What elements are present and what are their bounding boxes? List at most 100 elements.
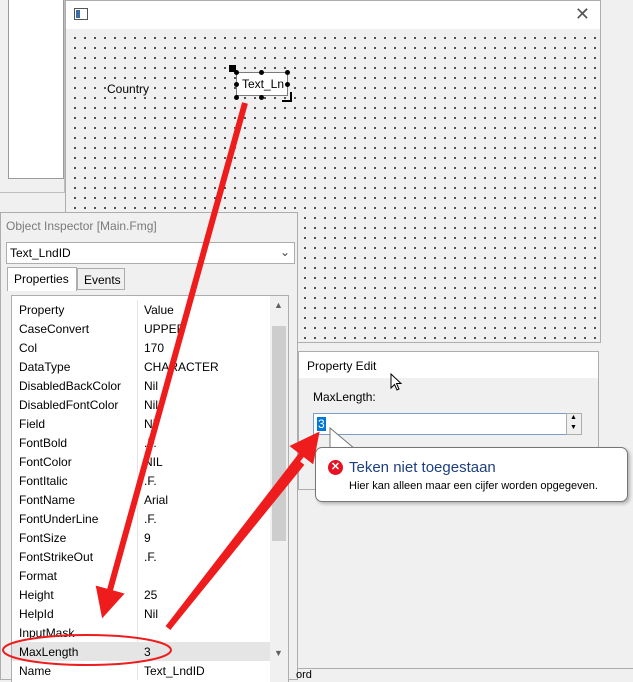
property-name: FontItalic <box>19 474 68 488</box>
property-value[interactable]: UPPER <box>144 322 185 336</box>
column-divider <box>137 509 138 528</box>
tab-properties[interactable]: Properties <box>7 267 77 291</box>
spin-up-icon[interactable]: ▲ <box>570 414 577 421</box>
property-name: DisabledFontColor <box>19 398 119 412</box>
property-row[interactable]: HelpId Nil <box>12 604 270 623</box>
column-divider <box>137 319 138 338</box>
property-name: FontStrikeOut <box>19 550 94 564</box>
property-row[interactable]: Field Nil <box>12 414 270 433</box>
property-value[interactable]: CHARACTER <box>144 360 219 374</box>
property-name: FontSize <box>19 531 67 545</box>
property-name: HelpId <box>19 607 54 621</box>
property-value[interactable]: Text_LndID <box>144 664 205 678</box>
property-value[interactable]: NIL <box>144 455 163 469</box>
property-value[interactable]: Nil <box>144 398 158 412</box>
resize-handle[interactable] <box>234 82 239 87</box>
close-icon[interactable]: ✕ <box>575 4 590 25</box>
property-row[interactable]: Format <box>12 566 270 585</box>
resize-handle[interactable] <box>234 95 239 100</box>
property-row[interactable]: Name Text_LndID <box>12 661 270 680</box>
property-name: FontUnderLine <box>19 512 99 526</box>
balloon-message: Hier kan alleen maar een cijfer worden o… <box>349 480 598 492</box>
resize-handle[interactable] <box>259 70 264 75</box>
scrollbar-thumb[interactable] <box>272 326 286 541</box>
property-name: InputMask <box>19 626 75 640</box>
scroll-down-icon[interactable]: ▼ <box>274 648 283 658</box>
property-value[interactable]: 25 <box>144 588 157 602</box>
property-row[interactable]: Col 170 <box>12 338 270 357</box>
object-select-dropdown[interactable]: Text_LndID ⌄ <box>6 242 295 264</box>
column-divider <box>137 566 138 585</box>
maxlength-label: MaxLength: <box>313 390 376 404</box>
column-divider <box>137 357 138 376</box>
tab-events[interactable]: Events <box>77 268 125 290</box>
property-row[interactable]: DisabledBackColor Nil <box>12 376 270 395</box>
object-inspector-window: Object Inspector [Main.Fmg] Text_LndID ⌄… <box>0 212 298 682</box>
property-value[interactable]: 9 <box>144 531 151 545</box>
background-window-panel <box>8 0 64 179</box>
column-divider <box>137 376 138 395</box>
property-value[interactable]: .F. <box>144 550 157 564</box>
textbox-control[interactable]: Text_Ln <box>236 72 288 96</box>
country-label-control[interactable]: Country <box>106 82 151 96</box>
property-name: DisabledBackColor <box>19 379 122 393</box>
mouse-cursor-icon <box>390 373 403 391</box>
property-row[interactable]: Height 25 <box>12 585 270 604</box>
resize-corner-handle[interactable] <box>282 92 292 102</box>
spin-down-icon[interactable]: ▼ <box>570 424 577 431</box>
property-name: FontColor <box>19 455 72 469</box>
property-grid-scrollbar[interactable]: ▲ ▼ <box>270 296 288 682</box>
property-value[interactable]: Nil <box>144 417 158 431</box>
property-name: DataType <box>19 360 71 374</box>
property-row[interactable]: FontName Arial <box>12 490 270 509</box>
column-divider <box>137 300 138 319</box>
property-row[interactable]: FontItalic .F. <box>12 471 270 490</box>
property-name: FontBold <box>19 436 68 450</box>
bottom-window-text: ord <box>296 669 312 681</box>
resize-handle[interactable] <box>285 70 290 75</box>
property-name: CaseConvert <box>19 322 90 336</box>
property-row[interactable]: FontSize 9 <box>12 528 270 547</box>
property-value[interactable]: Nil <box>144 607 158 621</box>
property-edit-title: Property Edit <box>307 359 377 373</box>
column-header-property: Property <box>19 303 65 317</box>
column-divider <box>137 661 138 680</box>
resize-handle[interactable] <box>234 70 239 75</box>
chevron-down-icon[interactable]: ⌄ <box>280 245 290 259</box>
background-window <box>0 0 65 193</box>
grid-header: Property Value <box>12 300 270 319</box>
error-balloon-tooltip: ✕ Teken niet toegestaan Hier kan alleen … <box>315 447 628 502</box>
property-value[interactable]: Nil <box>144 379 158 393</box>
property-name: Name <box>19 664 52 678</box>
property-name: FontName <box>19 493 76 507</box>
property-row[interactable]: DisabledFontColor Nil <box>12 395 270 414</box>
property-name: Format <box>19 569 58 583</box>
property-edit-titlebar: Property Edit <box>299 352 598 378</box>
column-divider <box>137 414 138 433</box>
property-row[interactable]: CaseConvert UPPER <box>12 319 270 338</box>
property-value[interactable]: 3 <box>144 645 151 659</box>
property-row[interactable]: FontStrikeOut .F. <box>12 547 270 566</box>
property-grid: Property Value CaseConvert UPPER Col 170 Dat… <box>11 295 289 682</box>
resize-handle[interactable] <box>285 82 290 87</box>
property-row[interactable]: InputMask <box>12 623 270 642</box>
maxlength-spinner[interactable]: ▲ ▼ <box>566 413 582 435</box>
property-value[interactable]: Arial <box>144 493 168 507</box>
column-divider <box>137 547 138 566</box>
column-divider <box>137 338 138 357</box>
property-row[interactable]: FontBold .F. <box>12 433 270 452</box>
column-divider <box>137 585 138 604</box>
property-value[interactable]: .F. <box>144 474 157 488</box>
property-value[interactable]: .F. <box>144 436 157 450</box>
property-value[interactable]: 170 <box>144 341 164 355</box>
property-name: MaxLength <box>19 645 79 659</box>
scroll-up-icon[interactable]: ▲ <box>274 300 283 310</box>
object-select-value: Text_LndID <box>10 246 71 260</box>
property-row[interactable]: FontUnderLine .F. <box>12 509 270 528</box>
property-value[interactable]: .F. <box>144 512 157 526</box>
property-row[interactable]: DataType CHARACTER <box>12 357 270 376</box>
property-row[interactable]: FontColor NIL <box>12 452 270 471</box>
property-row[interactable]: MaxLength 3 <box>12 642 270 661</box>
error-icon: ✕ <box>328 460 343 475</box>
resize-handle[interactable] <box>259 95 264 100</box>
